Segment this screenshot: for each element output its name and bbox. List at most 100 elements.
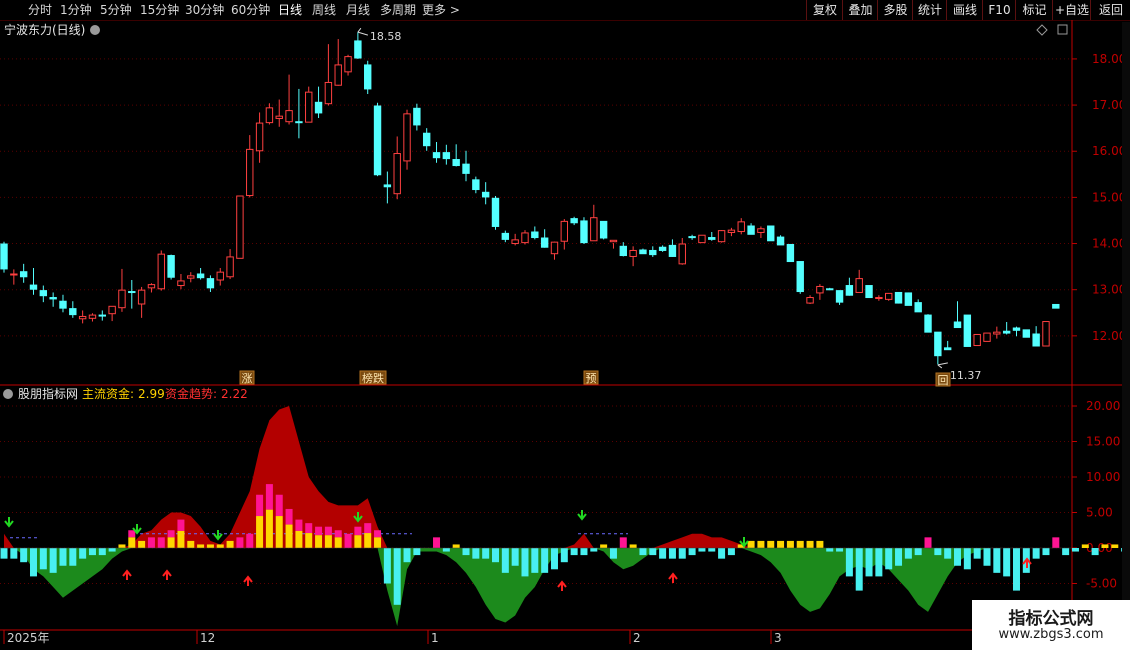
candle xyxy=(1032,326,1040,347)
capital-bar xyxy=(305,533,313,548)
candle-body xyxy=(69,308,77,316)
candle xyxy=(855,269,863,293)
capital-bar xyxy=(855,548,863,591)
candle xyxy=(69,301,77,318)
capital-bar xyxy=(914,548,922,556)
capital-bar xyxy=(265,509,273,548)
capital-bar xyxy=(698,548,706,552)
candle-body xyxy=(757,228,765,233)
stock-chart: 12.0013.0014.0015.0016.0017.0018.00-5.00… xyxy=(0,20,1130,650)
candle xyxy=(806,295,814,304)
candle-body xyxy=(511,239,519,245)
candle xyxy=(0,241,8,273)
candle-body xyxy=(570,218,578,224)
candle xyxy=(1052,303,1060,309)
candle xyxy=(511,233,519,246)
candle xyxy=(826,287,834,291)
candle xyxy=(865,285,873,299)
capital-bar xyxy=(216,544,224,548)
candle xyxy=(481,182,490,205)
capital-bar xyxy=(1003,548,1011,577)
capital-bar xyxy=(295,530,303,548)
capital-bar xyxy=(600,544,608,548)
candle xyxy=(688,234,696,240)
maximize-icon[interactable] xyxy=(1057,24,1068,35)
indicator-menu-icon[interactable] xyxy=(3,389,13,399)
candle-body xyxy=(698,234,706,244)
candle xyxy=(472,176,480,194)
candle xyxy=(78,310,87,324)
capital-bar xyxy=(167,537,175,548)
capital-bar xyxy=(383,548,391,584)
candle-body xyxy=(560,220,569,242)
candle-body xyxy=(737,221,745,233)
capital-bar xyxy=(305,523,313,534)
candle-body xyxy=(688,236,696,239)
candle xyxy=(904,292,913,306)
candle-body xyxy=(177,280,185,287)
candle xyxy=(934,331,942,365)
capital-bar xyxy=(845,548,853,577)
candle xyxy=(776,235,785,246)
candle-body xyxy=(708,237,716,240)
candle-body xyxy=(855,278,863,293)
capital-bar xyxy=(885,548,893,570)
indicator-label-1: 主流资金: xyxy=(82,386,134,401)
price-tick-label-6: 18.00 xyxy=(1092,52,1126,66)
candle xyxy=(226,249,234,280)
capital-bar xyxy=(865,548,873,577)
capital-bar xyxy=(590,548,598,552)
candle-body xyxy=(383,184,392,188)
capital-bar xyxy=(256,516,264,548)
candle-body xyxy=(540,237,549,248)
candle-body xyxy=(649,249,657,256)
candle xyxy=(609,239,618,249)
candle xyxy=(649,246,657,257)
panel-menu-icon[interactable] xyxy=(90,25,100,35)
candle xyxy=(128,280,136,309)
candle-body xyxy=(157,253,165,290)
candle xyxy=(29,268,38,295)
candle xyxy=(717,230,726,243)
candle xyxy=(442,144,451,165)
candle-body xyxy=(196,273,205,279)
candle-body xyxy=(108,305,116,315)
capital-bar xyxy=(147,537,155,548)
capital-bar xyxy=(895,548,903,566)
candle-body xyxy=(580,220,588,244)
capital-bar xyxy=(364,523,372,534)
candle xyxy=(422,128,431,151)
candle-body xyxy=(206,278,215,289)
candle xyxy=(894,291,903,304)
capital-bar xyxy=(177,519,185,531)
candle-body xyxy=(10,273,18,276)
capital-bar xyxy=(315,526,323,536)
capital-bar xyxy=(285,524,293,548)
capital-bar xyxy=(128,537,136,548)
capital-bar xyxy=(334,530,342,538)
candle xyxy=(737,218,745,235)
candle xyxy=(550,241,559,260)
candle xyxy=(885,292,893,301)
candle-body xyxy=(953,321,962,329)
indicator-tick-label-0: -5.00 xyxy=(1086,577,1117,591)
capital-bar xyxy=(639,548,647,556)
capital-bar xyxy=(167,530,175,538)
candle-body xyxy=(609,239,618,243)
candle-body xyxy=(1002,330,1011,334)
candle xyxy=(275,99,283,127)
candle-body xyxy=(501,232,510,240)
candle xyxy=(1012,326,1021,337)
candle-body xyxy=(0,243,8,270)
candle xyxy=(540,229,549,248)
candle xyxy=(1022,329,1031,338)
diamond-icon[interactable] xyxy=(1036,24,1048,36)
candle-body xyxy=(314,101,323,114)
event-marker-label-1: 榜跌 xyxy=(362,371,384,385)
candle-body xyxy=(98,314,106,317)
capital-bar xyxy=(265,484,273,510)
candle xyxy=(747,223,755,235)
candle xyxy=(246,135,254,198)
candle xyxy=(501,230,510,243)
indicator-tick-label-2: 5.00 xyxy=(1086,506,1113,520)
